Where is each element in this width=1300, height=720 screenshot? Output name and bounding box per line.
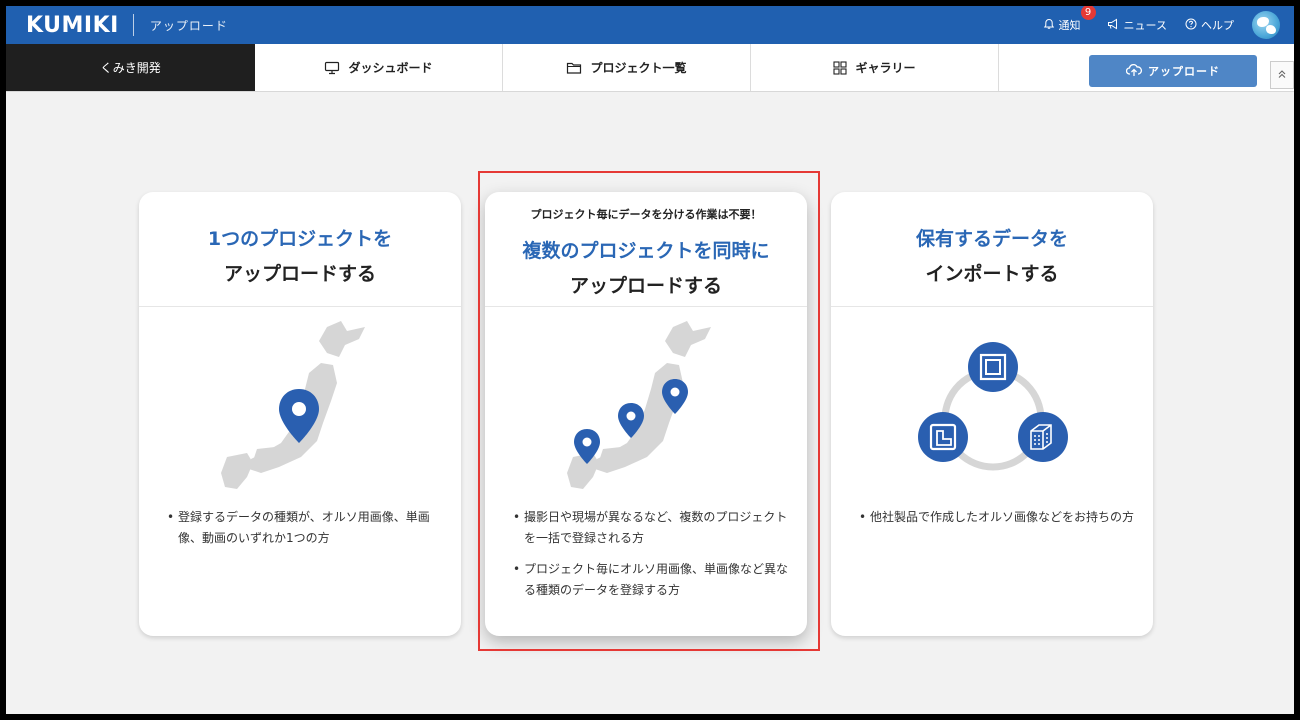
card-title: アップロードする [569,275,722,297]
folder-icon [566,61,582,75]
card-title-accent: 保有するデータを [915,228,1068,250]
list-item: 登録するデータの種類が、オルソ用画像、単画像、動画のいずれか1つの方 [167,507,447,549]
upload-multiple-projects-card[interactable]: プロジェクト毎にデータを分ける作業は不要！ 複数のプロジェクトを同時に アップロ… [485,192,807,636]
tab-gallery-label: ギャラリー [855,61,916,75]
news-button[interactable]: ニュース [1107,17,1167,33]
card-header: プロジェクト毎にデータを分ける作業は不要！ 複数のプロジェクトを同時に アップロ… [485,192,807,307]
card-body: 登録するデータの種類が、オルソ用画像、単画像、動画のいずれか1つの方 [139,307,461,635]
list-item: 撮影日や現場が異なるなど、複数のプロジェクトを一括で登録される方 [513,507,793,549]
user-avatar[interactable] [1252,11,1280,39]
image-layer-icon [918,412,968,462]
point-cloud-icon [1018,412,1068,462]
japan-map-single-pin-illustration [221,321,365,489]
card-title: インポートする [925,263,1059,285]
card-header: 1つのプロジェクトを アップロードする [139,192,461,307]
tab-project-list-label: プロジェクト一覧 [590,61,687,75]
app-window: KUMIKI アップロード 通知 9 ニュース ヘルプ くみき開発 ダッシュボー… [6,6,1294,714]
tab-dashboard-label: ダッシュボード [348,61,433,75]
upload-single-project-card[interactable]: 1つのプロジェクトを アップロードする 登録するデータの種類が、オルソ用画像、単… [139,192,461,636]
card-bullet-list: 撮影日や現場が異なるなど、複数のプロジェクトを一括で登録される方 プロジェクト毎… [513,507,793,611]
help-circle-icon [1185,18,1197,33]
card-body: 他社製品で作成したオルソ画像などをお持ちの方 [831,307,1153,635]
card-bullet-list: 登録するデータの種類が、オルソ用画像、単画像、動画のいずれか1つの方 [167,507,447,559]
help-label: ヘルプ [1201,19,1234,32]
notifications-label: 通知 [1058,19,1081,32]
card-header: 保有するデータを インポートする [831,192,1153,307]
notification-count-badge: 9 [1080,6,1096,20]
workspace-name-label: くみき開発 [100,61,161,75]
header-actions: 通知 9 ニュース ヘルプ [1043,6,1280,44]
help-button[interactable]: ヘルプ [1185,17,1234,33]
data-import-illustration [918,342,1068,471]
card-title-accent: 1つのプロジェクトを [207,228,393,250]
upload-button-label: アップロード [1148,65,1220,78]
kumiki-logo[interactable]: KUMIKI [26,13,119,38]
tab-project-list[interactable]: プロジェクト一覧 [503,44,751,91]
tab-gallery[interactable]: ギャラリー [751,44,999,91]
collapse-header-button[interactable] [1270,61,1294,89]
bell-icon [1043,18,1055,33]
news-label: ニュース [1123,19,1167,32]
main-nav: くみき開発 ダッシュボード プロジェクト一覧 ギャラリー アップロード [6,44,1294,92]
grid-icon [833,60,848,75]
card-title: アップロードする [223,263,376,285]
card-body: 撮影日や現場が異なるなど、複数のプロジェクトを一括で登録される方 プロジェクト毎… [485,307,807,635]
page-title: アップロード [149,18,228,33]
japan-map-multiple-pins-illustration [567,321,711,489]
card-title-accent: 複数のプロジェクトを同時に [522,240,770,262]
workspace-name[interactable]: くみき開発 [6,44,255,91]
import-data-card[interactable]: 保有するデータを インポートする • 他社製品で作成したオルソ画像などをお持ちの… [831,192,1153,636]
top-header: KUMIKI アップロード 通知 9 ニュース ヘルプ [6,6,1294,44]
cloud-upload-icon [1125,63,1142,80]
monitor-icon [324,61,340,75]
upload-button[interactable]: アップロード [1089,55,1257,87]
tab-dashboard[interactable]: ダッシュボード [255,44,503,91]
upload-area: アップロード [999,44,1294,91]
card-bullet-list: 他社製品で作成したオルソ画像などをお持ちの方 [859,507,1139,538]
list-item: プロジェクト毎にオルソ用画像、単画像など異なる種類のデータを登録する方 [513,559,793,601]
orthophoto-icon [968,342,1018,392]
header-divider [132,14,134,36]
notifications-button[interactable]: 通知 9 [1043,6,1096,33]
list-item: 他社製品で作成したオルソ画像などをお持ちの方 [859,507,1139,528]
megaphone-icon [1107,18,1120,33]
chevron-double-up-icon [1277,69,1287,82]
card-tagline: プロジェクト毎にデータを分ける作業は不要！ [530,208,762,221]
